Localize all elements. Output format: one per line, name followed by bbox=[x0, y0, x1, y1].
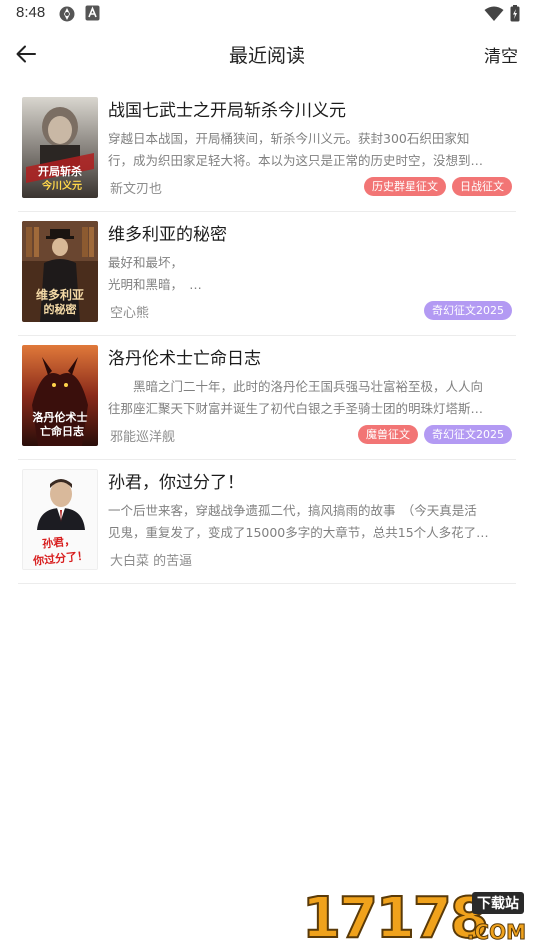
book-cover: 维多利亚 的秘密 bbox=[22, 221, 98, 322]
svg-text:维多利亚: 维多利亚 bbox=[36, 287, 84, 302]
tag-list: 奇幻征文2025 bbox=[424, 301, 512, 320]
book-item[interactable]: 维多利亚 的秘密 维多利亚的秘密 最好和最坏， 光明和黑暗， … 空心熊 奇幻征… bbox=[18, 212, 516, 336]
tag: 奇幻征文2025 bbox=[424, 301, 512, 320]
watermark-digits: 17178 bbox=[301, 886, 490, 950]
status-bar: 8:48 bbox=[0, 0, 534, 28]
tag-list: 历史群星征文 日战征文 bbox=[364, 177, 512, 196]
wifi-icon bbox=[484, 6, 504, 26]
tag: 日战征文 bbox=[452, 177, 512, 196]
book-author: 新文刃也 bbox=[110, 182, 163, 197]
watermark-suffix: .COM bbox=[466, 920, 526, 945]
book-item[interactable]: 开局斩杀 今川义元 战国七武士之开局斩杀今川义元 穿越日本战国，开局桶狭间，斩杀… bbox=[18, 88, 516, 212]
book-description: 最好和最坏， 光明和黑暗， … bbox=[108, 255, 202, 292]
status-time: 8:48 bbox=[16, 4, 46, 21]
book-list: 开局斩杀 今川义元 战国七武士之开局斩杀今川义元 穿越日本战国，开局桶狭间，斩杀… bbox=[18, 88, 516, 584]
book-author: 邪能巡洋舰 bbox=[110, 430, 176, 445]
app-bar: 最近阅读 清空 bbox=[0, 28, 534, 80]
book-item[interactable]: 孙君， 你过分了！ 孙君，你过分了！ 一个后世来客，穿越战争遗孤二代，搞风搞雨的… bbox=[18, 460, 516, 584]
book-author: 大白菜 的苦逼 bbox=[110, 554, 193, 569]
book-title: 洛丹伦术士亡命日志 bbox=[108, 349, 261, 369]
book-cover: 洛丹伦术士 亡命日志 bbox=[22, 345, 98, 446]
watermark-badge: 下载站 bbox=[472, 892, 524, 914]
clear-button[interactable]: 清空 bbox=[484, 42, 518, 67]
page-title: 最近阅读 bbox=[228, 45, 305, 67]
book-item[interactable]: 洛丹伦术士 亡命日志 洛丹伦术士亡命日志 黑暗之门二十年，此时的洛丹伦王国兵强马… bbox=[18, 336, 516, 460]
a-box-icon bbox=[85, 5, 100, 25]
book-title: 维多利亚的秘密 bbox=[108, 225, 227, 245]
settings-icon bbox=[58, 5, 76, 27]
tag-list: 魔兽征文 奇幻征文2025 bbox=[358, 425, 512, 444]
book-title: 孙君，你过分了！ bbox=[108, 473, 244, 493]
book-cover: 孙君， 你过分了！ bbox=[22, 469, 98, 570]
tag: 历史群星征文 bbox=[364, 177, 446, 196]
book-description: 一个后世来客，穿越战争遗孤二代，搞风搞雨的故事 （今天真是活 见鬼，重复发了，变… bbox=[108, 503, 489, 540]
status-right bbox=[484, 5, 520, 26]
svg-text:开局斩杀: 开局斩杀 bbox=[38, 164, 82, 178]
battery-icon bbox=[510, 5, 520, 26]
book-description: 黑暗之门二十年，此时的洛丹伦王国兵强马壮富裕至极，人人向 往那座汇聚天下财富并诞… bbox=[108, 379, 484, 416]
svg-text:亡命日志: 亡命日志 bbox=[40, 424, 84, 438]
svg-text:洛丹伦术士: 洛丹伦术士 bbox=[33, 410, 88, 424]
tag: 魔兽征文 bbox=[358, 425, 418, 444]
tag: 奇幻征文2025 bbox=[424, 425, 512, 444]
svg-text:的秘密: 的秘密 bbox=[44, 302, 77, 316]
book-description: 穿越日本战国，开局桶狭间，斩杀今川义元。获封300石织田家知 行，成为织田家足轻… bbox=[108, 131, 484, 168]
watermark-logo: 17178 下载站 .COM bbox=[301, 886, 530, 950]
book-title: 战国七武士之开局斩杀今川义元 bbox=[108, 101, 346, 121]
book-cover: 开局斩杀 今川义元 bbox=[22, 97, 98, 198]
svg-text:今川义元: 今川义元 bbox=[41, 179, 82, 192]
book-author: 空心熊 bbox=[110, 306, 150, 321]
